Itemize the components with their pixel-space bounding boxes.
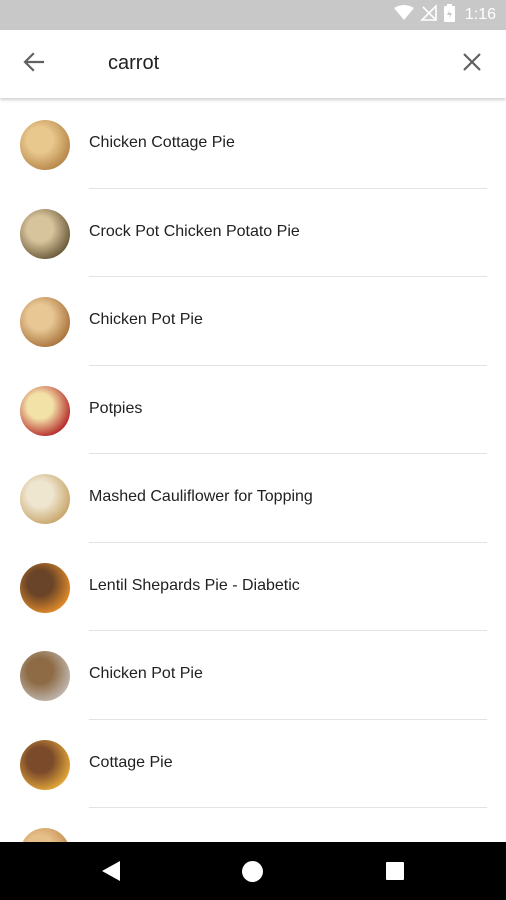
status-icons: 1:16 bbox=[393, 0, 496, 30]
recipe-thumbnail bbox=[20, 474, 70, 524]
back-button[interactable] bbox=[18, 48, 50, 80]
search-input[interactable]: carrot bbox=[108, 52, 159, 75]
recipe-thumbnail bbox=[20, 562, 70, 613]
list-item[interactable]: Cottage Pie bbox=[0, 720, 506, 808]
recipe-thumbnail bbox=[20, 120, 70, 170]
close-icon bbox=[462, 52, 482, 77]
list-item[interactable]: Chicken Cottage Pie bbox=[0, 100, 506, 189]
recipe-thumbnail bbox=[20, 385, 70, 436]
signal-off-icon bbox=[419, 3, 438, 27]
clear-search-button[interactable] bbox=[456, 48, 488, 80]
results-list: Chicken Cottage Pie Crock Pot Chicken Po… bbox=[0, 100, 506, 842]
nav-back-icon[interactable] bbox=[101, 860, 121, 887]
recipe-thumbnail bbox=[20, 297, 70, 347]
arrow-back-icon bbox=[23, 51, 45, 78]
recipe-title: Chicken Pot Pie bbox=[89, 665, 203, 682]
status-time: 1:16 bbox=[464, 6, 496, 23]
list-item[interactable]: Crock Pot Chicken Potato Pie bbox=[0, 189, 506, 277]
recipe-title: Potpies bbox=[89, 399, 143, 417]
recipe-title: Mashed Cauliflower for Topping bbox=[89, 488, 313, 505]
list-item[interactable]: Potpies bbox=[0, 366, 506, 454]
recipe-thumbnail bbox=[20, 208, 70, 259]
list-item[interactable] bbox=[0, 808, 506, 842]
nav-recents-icon[interactable] bbox=[386, 862, 404, 880]
list-item[interactable]: Lentil Shepards Pie - Diabetic bbox=[0, 543, 506, 631]
recipe-title: Cottage Pie bbox=[89, 753, 173, 771]
navigation-bar bbox=[0, 842, 506, 900]
recipe-title: Chicken Pot Pie bbox=[89, 311, 203, 328]
status-bar: 1:16 bbox=[0, 0, 506, 30]
list-item[interactable]: Mashed Cauliflower for Topping bbox=[0, 454, 506, 543]
recipe-thumbnail bbox=[20, 828, 70, 842]
wifi-icon bbox=[393, 4, 414, 26]
list-item[interactable]: Chicken Pot Pie bbox=[0, 631, 506, 720]
recipe-title: Chicken Cottage Pie bbox=[89, 134, 235, 151]
recipe-thumbnail bbox=[20, 739, 70, 790]
recipe-title: Crock Pot Chicken Potato Pie bbox=[89, 222, 300, 240]
list-item[interactable]: Chicken Pot Pie bbox=[0, 277, 506, 366]
recipe-title: Lentil Shepards Pie - Diabetic bbox=[89, 576, 300, 594]
recipe-thumbnail bbox=[20, 651, 70, 701]
battery-icon bbox=[443, 3, 455, 27]
nav-home-icon[interactable] bbox=[242, 861, 263, 882]
search-bar: carrot bbox=[0, 30, 506, 98]
